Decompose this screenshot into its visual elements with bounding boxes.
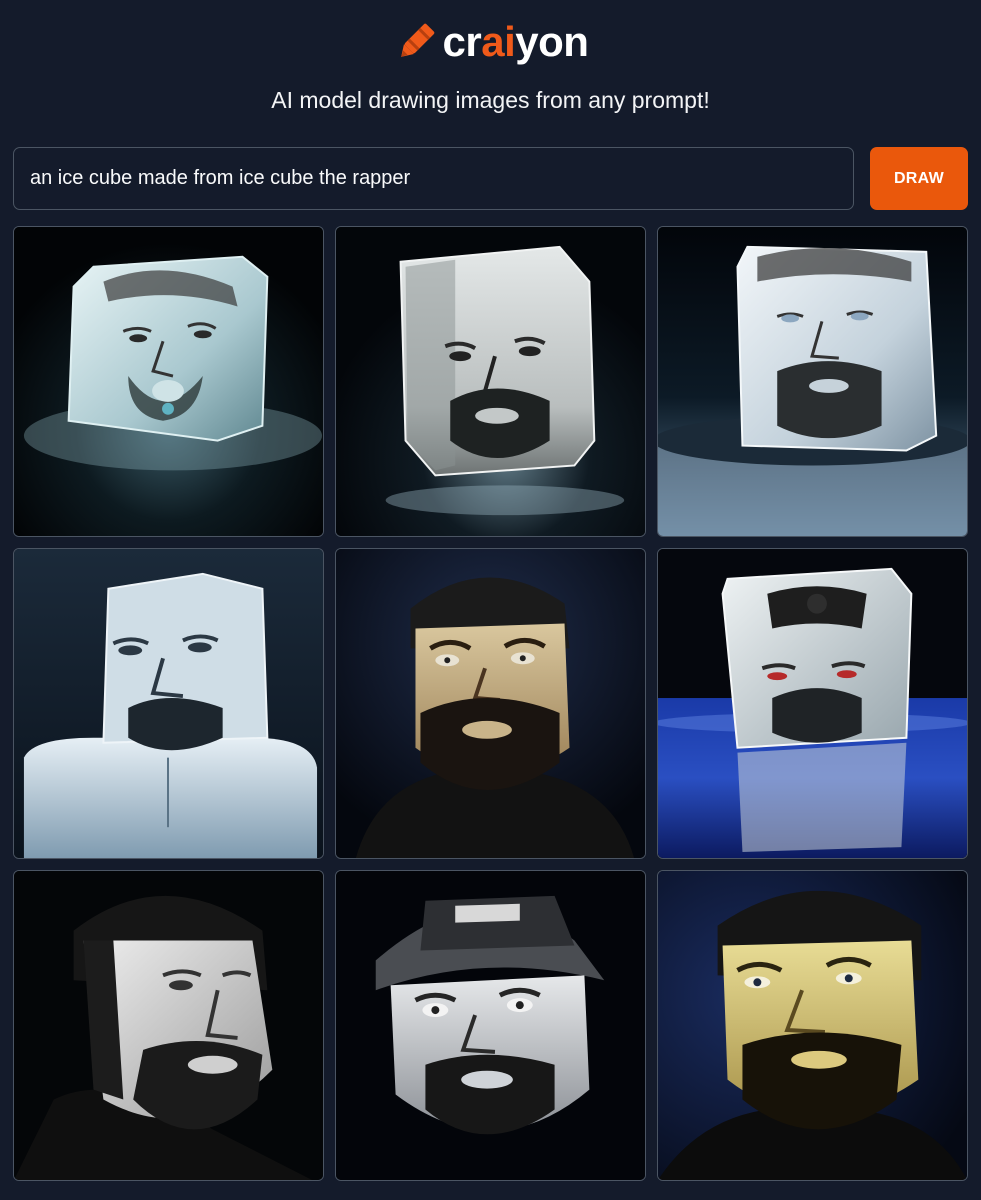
result-image[interactable] bbox=[335, 548, 646, 859]
generated-image bbox=[658, 871, 967, 1180]
generated-image bbox=[14, 549, 323, 858]
result-image[interactable] bbox=[657, 548, 968, 859]
generated-image bbox=[14, 871, 323, 1180]
result-image[interactable] bbox=[13, 870, 324, 1181]
crayon-icon bbox=[400, 23, 434, 57]
draw-button[interactable]: DRAW bbox=[870, 147, 968, 210]
prompt-input[interactable] bbox=[13, 147, 854, 210]
result-image[interactable] bbox=[335, 226, 646, 537]
app-header: craiyon bbox=[0, 14, 981, 70]
brand-wordmark: craiyon bbox=[442, 18, 589, 65]
generated-image bbox=[658, 227, 967, 536]
result-image[interactable] bbox=[657, 226, 968, 537]
result-image[interactable] bbox=[13, 548, 324, 859]
result-image[interactable] bbox=[335, 870, 646, 1181]
generated-image bbox=[336, 549, 645, 858]
results-grid bbox=[13, 226, 968, 1181]
generated-image bbox=[14, 227, 323, 536]
result-image[interactable] bbox=[13, 226, 324, 537]
generated-image bbox=[336, 227, 645, 536]
result-image[interactable] bbox=[657, 870, 968, 1181]
generated-image bbox=[336, 871, 645, 1180]
tagline: AI model drawing images from any prompt! bbox=[271, 87, 710, 113]
generated-image bbox=[658, 549, 967, 858]
